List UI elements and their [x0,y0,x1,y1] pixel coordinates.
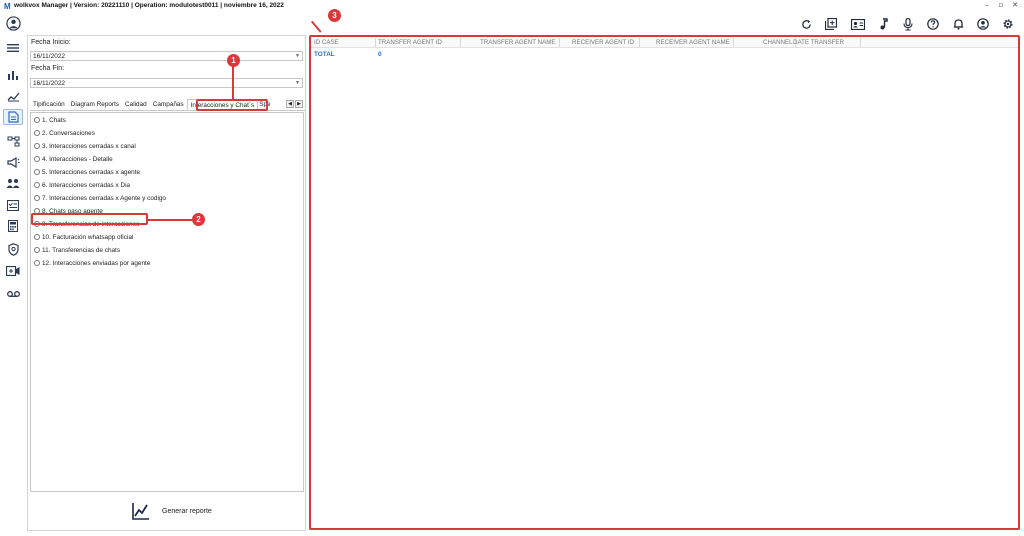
end-date-label: Fecha Fin: [31,65,65,72]
start-date-label: Fecha Inicio: [31,39,71,46]
chevron-down-icon[interactable]: ▼ [295,52,300,61]
generate-report-button[interactable]: Generar reporte [132,502,212,520]
music-icon[interactable] [875,17,891,31]
radio-button[interactable] [34,260,40,266]
callout-marker-1: 1 [227,54,240,67]
trend-icon[interactable] [3,88,23,104]
tab-scroll-right-icon[interactable]: ▶ [295,100,303,108]
radio-button[interactable] [34,156,40,162]
report-option[interactable]: 12. Interacciones enviadas por agente [34,258,150,268]
menu-icon[interactable] [3,40,23,56]
tab-diagram-reports[interactable]: Diagram Reports [68,99,122,110]
report-option[interactable]: 6. Interacciones cerradas x Dia [34,180,130,190]
minimize-button[interactable]: – [980,1,994,12]
security-icon[interactable] [3,241,23,257]
copy-icon[interactable] [823,17,839,31]
calculator-icon[interactable] [3,218,23,234]
close-button[interactable]: ✕ [1008,1,1022,12]
tab-calidad[interactable]: Calidad [122,99,150,110]
voicemail-icon[interactable] [3,286,23,302]
top-toolbar [26,13,1024,35]
window-title: wolkvox Manager | Version: 20221110 | Op… [14,2,284,9]
report-option[interactable]: 1. Chats [34,115,66,125]
callout-marker-3: 3 [328,9,341,22]
report-option[interactable]: 2. Conversaciones [34,128,95,138]
campaign-icon[interactable] [3,154,23,170]
callout-marker-2: 2 [192,213,205,226]
report-list: 1. Chats 2. Conversaciones 3. Interaccio… [30,112,304,492]
avatar-icon[interactable] [3,15,23,31]
report-option[interactable]: 4. Interacciones - Detalle [34,154,113,164]
radio-button[interactable] [34,130,40,136]
radio-button[interactable] [34,169,40,175]
chart-icon [132,503,149,520]
tab-campanas[interactable]: Campañas [150,99,187,110]
title-bar: M wolkvox Manager | Version: 20221110 | … [0,0,1024,13]
radio-button[interactable] [34,117,40,123]
checklist-icon[interactable] [3,197,23,213]
id-card-icon[interactable] [850,17,866,31]
highlight-results-grid [309,35,1020,530]
radio-button[interactable] [34,182,40,188]
start-date-field[interactable]: 16/11/2022 ▼ [30,51,303,61]
bell-icon[interactable] [950,17,966,31]
microphone-icon[interactable] [900,17,916,31]
restore-button[interactable]: ▫ [994,1,1008,12]
settings-icon[interactable] [1000,17,1016,31]
end-date-value: 16/11/2022 [33,80,66,87]
highlight-report-option [31,213,148,225]
callout-arrow-2 [148,219,192,221]
users-icon[interactable] [3,175,23,191]
radio-button[interactable] [34,234,40,240]
radio-button[interactable] [34,247,40,253]
tab-tipificacion[interactable]: Tipificación [30,99,68,110]
generate-report-label: Generar reporte [162,507,212,515]
highlight-tab [196,99,268,111]
tab-scroll-left-icon[interactable]: ◀ [286,100,294,108]
start-date-value: 16/11/2022 [33,53,66,60]
bar-chart-icon[interactable] [3,66,23,82]
end-date-field[interactable]: 16/11/2022 ▼ [30,78,303,88]
report-option[interactable]: 3. Interacciones cerradas x canal [34,141,136,151]
refresh-icon[interactable] [798,17,814,31]
sidebar [0,13,26,536]
radio-button[interactable] [34,195,40,201]
callout-arrow-1 [232,66,234,99]
report-option[interactable]: 5. Interacciones cerradas x agente [34,167,140,177]
report-option[interactable]: 7. Interacciones cerradas x Agente y cod… [34,193,166,203]
app-logo: M [4,2,11,11]
chevron-down-icon[interactable]: ▼ [295,79,300,88]
user-icon[interactable] [975,17,991,31]
help-icon[interactable] [925,17,941,31]
video-icon[interactable] [3,263,23,279]
report-option[interactable]: 10. Facturación whatsapp oficial [34,232,133,242]
radio-button[interactable] [34,143,40,149]
flow-icon[interactable] [3,133,23,149]
report-option[interactable]: 11. Transferencias de chats [34,245,120,255]
report-icon[interactable] [3,109,23,125]
